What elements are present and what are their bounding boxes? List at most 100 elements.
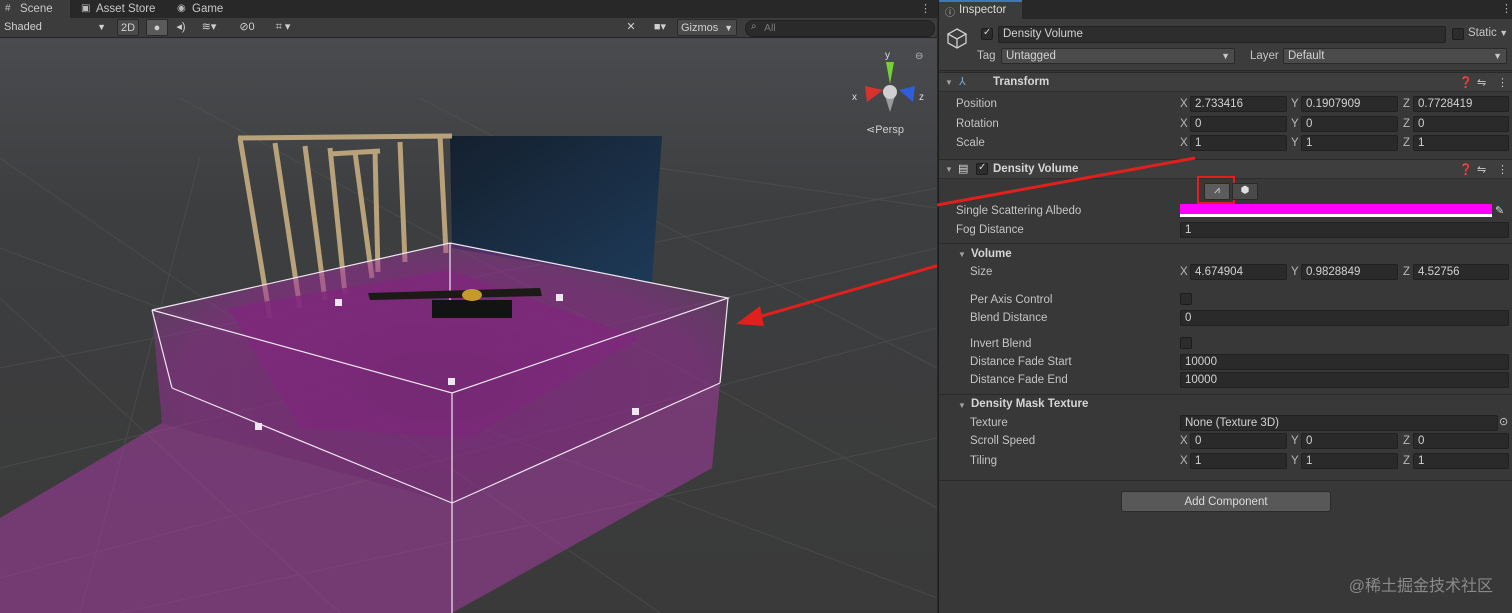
scene-tab-bar: # Scene ▣ Asset Store ◉ Game ⋮ xyxy=(0,0,937,18)
rotation-z-field[interactable]: 0 xyxy=(1413,116,1509,132)
orientation-gizmo[interactable]: y x z ⊖ xyxy=(852,50,925,126)
2d-toggle-button[interactable]: 2D xyxy=(117,19,139,36)
collapse-triangle-icon[interactable]: ▼ xyxy=(958,250,966,259)
object-picker-icon[interactable]: ⊙ xyxy=(1499,415,1508,428)
scale-y-field[interactable]: 1 xyxy=(1301,135,1398,151)
position-z-field[interactable]: 0.7728419 xyxy=(1413,96,1509,112)
tag-label: Tag xyxy=(977,50,996,62)
grid-snap-icon[interactable]: ⌗ ▾ xyxy=(264,19,302,36)
search-icon: ⌕ xyxy=(751,21,757,32)
density-mask-section-title[interactable]: Density Mask Texture xyxy=(971,398,1088,410)
object-name-field[interactable]: Density Volume xyxy=(998,26,1446,43)
effects-dropdown-icon[interactable]: ≋▾ xyxy=(194,19,224,36)
help-icon[interactable]: ❓ xyxy=(1459,163,1473,176)
static-dropdown[interactable]: Static ▼ xyxy=(1468,27,1508,39)
size-x-field[interactable]: 4.674904 xyxy=(1190,264,1287,280)
position-label: Position xyxy=(956,98,997,110)
divider xyxy=(939,480,1512,481)
tiling-z-field[interactable]: 1 xyxy=(1413,453,1509,469)
scroll-speed-x-field[interactable]: 0 xyxy=(1190,433,1287,449)
inspector-panel: ⓘ Inspector ⋮ ✓ Density Volume Static ▼ … xyxy=(938,0,1512,613)
distance-fade-end-field[interactable]: 10000 xyxy=(1180,372,1509,388)
tab-asset-store[interactable]: ▣ Asset Store xyxy=(76,0,164,18)
active-checkbox[interactable]: ✓ xyxy=(981,27,993,40)
position-x-field[interactable]: 2.733416 xyxy=(1190,96,1287,112)
tab-inspector[interactable]: ⓘ Inspector xyxy=(939,0,1022,19)
distance-fade-start-label: Distance Fade Start xyxy=(970,356,1072,368)
scene-3d-view xyxy=(0,97,937,613)
perspective-label[interactable]: ⋖Persp xyxy=(866,123,904,136)
tab-game[interactable]: ◉ Game xyxy=(172,0,232,18)
info-icon: ⓘ xyxy=(945,8,955,19)
lighting-toggle-icon[interactable]: ● xyxy=(146,19,168,36)
position-y-field[interactable]: 0.1907909 xyxy=(1301,96,1398,112)
scene-visibility-icon[interactable]: ⊘0 xyxy=(233,19,261,36)
scene-search-field[interactable]: ⌕ All xyxy=(745,20,935,37)
fog-distance-field[interactable]: 1 xyxy=(1180,222,1509,238)
rotation-label: Rotation xyxy=(956,118,999,130)
preset-sliders-icon[interactable]: ⇋ xyxy=(1477,76,1486,89)
kebab-menu-icon[interactable]: ⋮ xyxy=(1497,76,1508,89)
eyedropper-icon[interactable]: ✎ xyxy=(1495,204,1504,217)
camera-dropdown-icon[interactable]: ■▾ xyxy=(646,19,674,36)
chevron-down-icon: ▼ xyxy=(724,23,733,33)
scale-x-field[interactable]: 1 xyxy=(1190,135,1287,151)
size-y-field[interactable]: 0.9828849 xyxy=(1301,264,1398,280)
blend-distance-label: Blend Distance xyxy=(970,312,1048,324)
axis-gizmo-icon xyxy=(865,62,915,112)
layer-label: Layer xyxy=(1250,50,1279,62)
scroll-speed-y-field[interactable]: 0 xyxy=(1301,433,1398,449)
static-checkbox[interactable] xyxy=(1452,28,1464,40)
kebab-menu-icon[interactable]: ⋮ xyxy=(1497,163,1508,176)
rotation-y-field[interactable]: 0 xyxy=(1301,116,1398,132)
audio-toggle-icon[interactable]: ◂) xyxy=(172,19,190,36)
help-icon[interactable]: ❓ xyxy=(1459,76,1473,89)
lock-icon[interactable]: ⊖ xyxy=(915,51,923,62)
kebab-menu-icon[interactable]: ⋮ xyxy=(1501,2,1512,15)
albedo-color-field[interactable] xyxy=(1180,204,1492,217)
kebab-menu-icon[interactable]: ⋮ xyxy=(920,2,931,15)
draw-mode-dropdown[interactable]: Shaded ▼ xyxy=(0,19,110,36)
transform-header[interactable]: ▼ ⅄ Transform ❓ ⇋ ⋮ xyxy=(939,72,1512,92)
size-z-field[interactable]: 4.52756 xyxy=(1413,264,1509,280)
tiling-y-field[interactable]: 1 xyxy=(1301,453,1398,469)
preset-sliders-icon[interactable]: ⇋ xyxy=(1477,163,1486,176)
chevron-down-icon: ▼ xyxy=(97,22,106,32)
gizmos-dropdown[interactable]: Gizmos ▼ xyxy=(677,19,737,36)
perspective-icon: ⋖ xyxy=(866,124,876,136)
distance-fade-start-field[interactable]: 10000 xyxy=(1180,354,1509,370)
blend-distance-field[interactable]: 0 xyxy=(1180,310,1509,326)
collapse-triangle-icon[interactable]: ▼ xyxy=(945,165,953,174)
gamepad-icon: ◉ xyxy=(177,3,186,14)
divider xyxy=(939,394,1512,395)
blend-edit-mode-icon[interactable]: ⩘ xyxy=(1204,183,1230,200)
scroll-speed-z-field[interactable]: 0 xyxy=(1413,433,1509,449)
chevron-down-icon: ▼ xyxy=(1221,51,1230,61)
tag-dropdown[interactable]: Untagged ▼ xyxy=(1001,48,1235,64)
texture-label: Texture xyxy=(970,417,1008,429)
store-icon: ▣ xyxy=(81,3,91,14)
per-axis-control-checkbox[interactable] xyxy=(1180,293,1192,305)
scene-toolbar: Shaded ▼ 2D ● ◂) ≋▾ ⊘0 ⌗ ▾ ✕ ■▾ Gizmos ▼… xyxy=(0,18,937,38)
add-component-button[interactable]: Add Component xyxy=(1121,491,1331,512)
invert-blend-checkbox[interactable] xyxy=(1180,337,1192,349)
texture-object-field[interactable]: None (Texture 3D) xyxy=(1180,415,1498,431)
collapse-triangle-icon[interactable]: ▼ xyxy=(945,78,953,87)
tools-icon[interactable]: ✕ xyxy=(622,19,640,36)
layer-dropdown[interactable]: Default ▼ xyxy=(1283,48,1507,64)
scroll-speed-label: Scroll Speed xyxy=(970,435,1036,447)
chevron-down-icon: ▼ xyxy=(1493,51,1502,61)
component-script-icon: ▤ xyxy=(958,163,969,175)
collapse-triangle-icon[interactable]: ▼ xyxy=(958,401,966,410)
scene-viewport[interactable]: y x z ⊖ ⋖Persp xyxy=(0,38,937,613)
rotation-x-field[interactable]: 0 xyxy=(1190,116,1287,132)
checkmark-icon: ✓ xyxy=(978,162,987,173)
chevron-down-icon: ▼ xyxy=(1496,28,1509,38)
component-enabled-checkbox[interactable]: ✓ xyxy=(976,162,988,175)
scale-z-field[interactable]: 1 xyxy=(1413,135,1509,151)
tiling-x-field[interactable]: 1 xyxy=(1190,453,1287,469)
tab-scene[interactable]: # Scene xyxy=(0,0,70,18)
bounds-edit-mode-icon[interactable]: ⬢ xyxy=(1232,183,1258,200)
volume-section-title[interactable]: Volume xyxy=(971,248,1012,260)
eye-slash-icon: ⊘ xyxy=(239,21,249,33)
